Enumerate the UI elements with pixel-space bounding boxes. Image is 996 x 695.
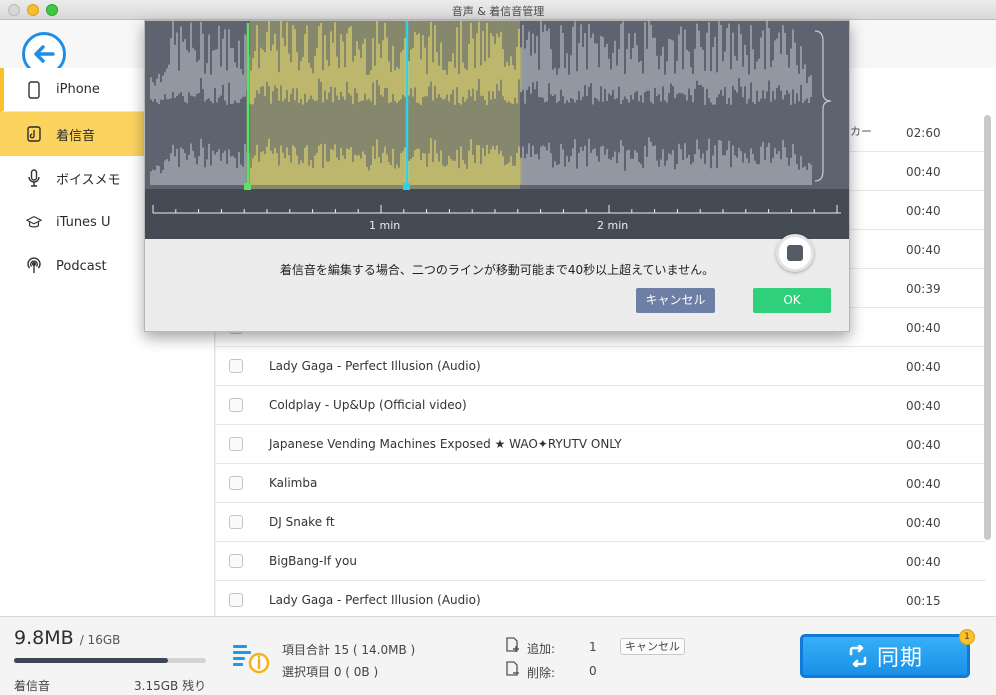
ringtone-icon (26, 125, 42, 143)
delete-count: 0 (589, 664, 597, 678)
row-duration: 02:60 (906, 126, 941, 140)
sidebar-item-label: iTunes U (56, 214, 111, 230)
title-bar: 音声 & 着信音管理 (0, 0, 996, 20)
row-duration: 00:40 (906, 204, 941, 218)
capacity-bar (14, 658, 206, 663)
sync-icon (849, 645, 867, 667)
add-count: 1 (589, 640, 597, 654)
row-title: BigBang-If you (269, 554, 357, 568)
capacity-used: 9.8MB / 16GB (14, 627, 120, 649)
row-duration: 00:40 (906, 477, 941, 491)
sidebar-item-label: iPhone (56, 82, 100, 97)
window-title: 音声 & 着信音管理 (451, 5, 545, 18)
sync-badge: 1 (959, 629, 975, 645)
row-checkbox[interactable] (229, 593, 243, 607)
row-title: DJ Snake ft (269, 515, 335, 529)
status-footer: 9.8MB / 16GB 着信音 3.15GB 残り 項目合計 15 ( 14.… (0, 616, 996, 695)
delete-label: 削除: (527, 666, 556, 680)
row-duration: 00:40 (906, 360, 941, 374)
capacity-bar-fill (14, 658, 168, 663)
sidebar-item-label: Podcast (56, 258, 107, 274)
row-duration: 00:40 (906, 321, 941, 335)
row-duration: 00:39 (906, 282, 941, 296)
stop-playback-button[interactable] (776, 234, 814, 272)
row-duration: 00:40 (906, 243, 941, 257)
row-title: Lady Gaga - Perfect Illusion (Audio) (269, 359, 481, 373)
row-checkbox[interactable] (229, 398, 243, 412)
row-title: Lady Gaga - Perfect Illusion (Audio) (269, 593, 481, 607)
row-title: Kalimba (269, 476, 318, 490)
row-duration: 00:40 (906, 165, 941, 179)
row-checkbox[interactable] (229, 554, 243, 568)
list-scrollbar[interactable] (983, 115, 992, 615)
row-title: Coldplay - Up&Up (Official video) (269, 398, 467, 412)
playhead-handle (403, 183, 410, 190)
row-duration: 00:40 (906, 555, 941, 569)
timeline-label-1min: 1 min (369, 219, 400, 232)
sync-label: 同期 (876, 646, 923, 671)
dialog-cancel-button[interactable]: キャンセル (636, 288, 715, 313)
graduation-cap-icon (26, 213, 42, 231)
add-label: 追加: (527, 642, 556, 656)
phone-icon (26, 80, 42, 99)
sidebar-item-label: 着信音 (56, 128, 96, 144)
list-item[interactable]: Coldplay - Up&Up (Official video) 00:40 (216, 386, 986, 425)
list-item[interactable]: Japanese Vending Machines Exposed ★ WAO✦… (216, 425, 986, 464)
row-checkbox[interactable] (229, 359, 243, 373)
timeline-label-2min: 2 min (597, 219, 628, 232)
capacity-free: 3.15GB 残り (134, 679, 207, 693)
sidebar-item-label: ボイスメモ (56, 172, 121, 188)
sync-button[interactable]: 同期 (800, 634, 970, 678)
row-duration: 00:40 (906, 516, 941, 530)
list-item[interactable]: Lady Gaga - Perfect Illusion (Audio) 00:1… (216, 581, 986, 620)
row-duration: 00:15 (906, 594, 941, 608)
total-size: / 16GB (79, 633, 121, 647)
capacity-category: 着信音 (14, 679, 51, 693)
file-info-icon (233, 645, 270, 674)
selected-items: 選択項目 0 ( 0B ) (282, 665, 379, 679)
add-file-icon (506, 637, 519, 652)
row-duration: 00:40 (906, 399, 941, 413)
dialog-message: 着信音を編集する場合、二つのラインが移動可能まで40秒以上超えていません。 (279, 263, 715, 277)
waveform-editor[interactable]: 1 min 2 min (145, 21, 849, 239)
delete-file-icon (506, 661, 519, 676)
row-duration: 00:40 (906, 438, 941, 452)
arrow-left-icon (34, 45, 55, 63)
trim-start-handle (244, 183, 251, 190)
dialog-ok-button[interactable]: OK (753, 288, 831, 313)
microphone-icon (26, 169, 42, 187)
row-title: Japanese Vending Machines Exposed ★ WAO✦… (269, 437, 622, 451)
scrollbar-thumb[interactable] (984, 115, 991, 540)
ringtone-trim-dialog: 1 min 2 min 着信音を編集する場合、二つのラインが移動可能まで40秒以… (144, 20, 850, 332)
row-checkbox[interactable] (229, 437, 243, 451)
stop-icon (787, 245, 803, 261)
list-item[interactable]: BigBang-If you 00:40 (216, 542, 986, 581)
app-window: 音声 & 着信音管理 検索 iPhone 着信音 ボイスメモ (0, 0, 996, 695)
row-checkbox[interactable] (229, 515, 243, 529)
cancel-add-button[interactable]: キャンセル (620, 638, 685, 655)
list-item[interactable]: Kalimba 00:40 (216, 464, 986, 503)
total-items: 項目合計 15 ( 14.0MB ) (282, 643, 416, 657)
row-checkbox[interactable] (229, 476, 243, 490)
list-item[interactable]: Lady Gaga - Perfect Illusion (Audio) 00:4… (216, 347, 986, 386)
used-size: 9.8MB (14, 627, 74, 649)
podcast-icon (26, 257, 42, 275)
list-item[interactable]: DJ Snake ft 00:40 (216, 503, 986, 542)
